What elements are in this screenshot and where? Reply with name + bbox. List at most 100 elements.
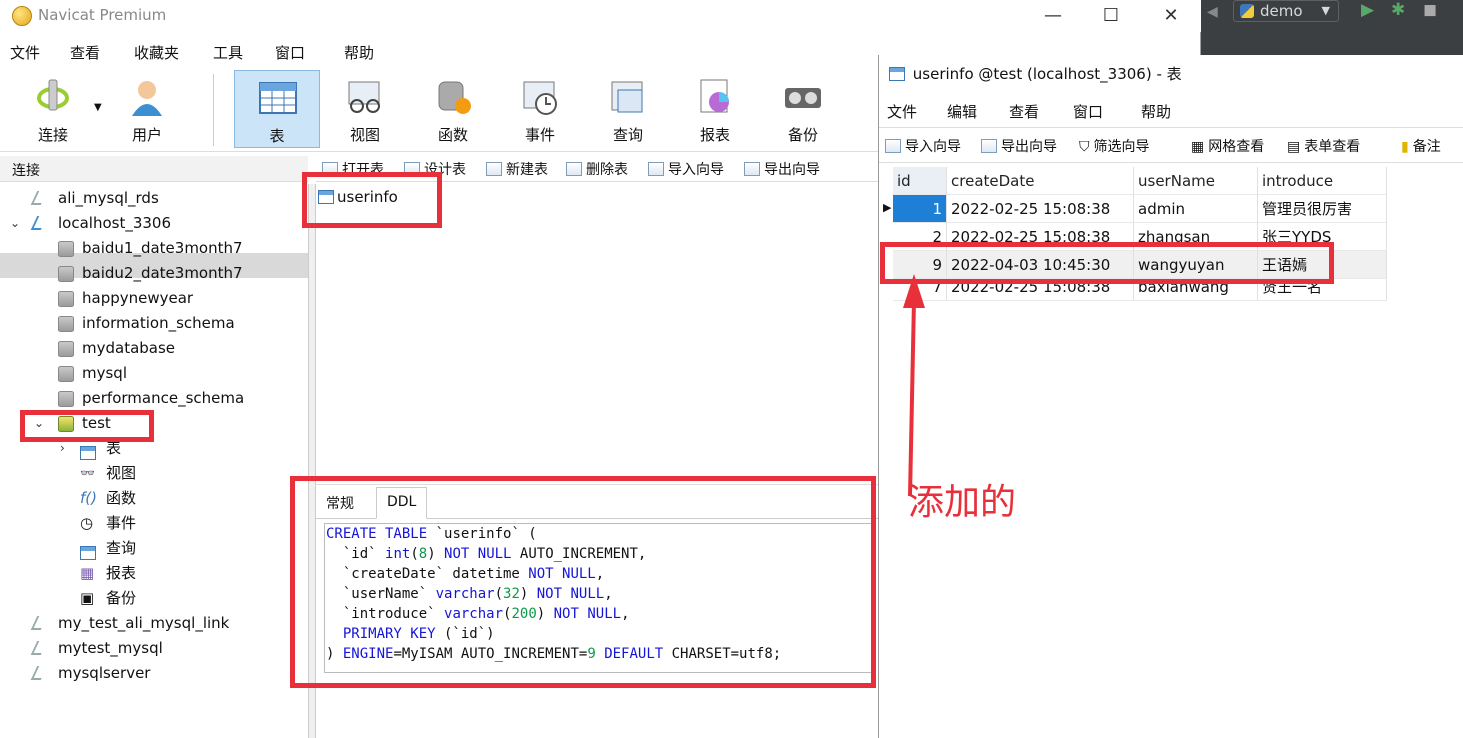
connection-tree: ali_mysql_rds ⌄ localhost_3306 baidu1_da… bbox=[10, 189, 245, 682]
connection-icon bbox=[30, 216, 48, 230]
tw-filter-wizard-button[interactable]: ⛉ 筛选向导 bbox=[1079, 136, 1150, 156]
tw-form-view-button[interactable]: ▤ 表单查看 bbox=[1287, 136, 1360, 156]
export-icon bbox=[744, 162, 760, 176]
tw-menu-edit[interactable]: 编辑 bbox=[947, 101, 977, 122]
export-icon bbox=[981, 139, 997, 153]
tw-menu-window[interactable]: 窗口 bbox=[1073, 101, 1103, 122]
connection-icon bbox=[30, 641, 48, 655]
menu-favorites[interactable]: 收藏夹 bbox=[134, 42, 179, 63]
database-icon bbox=[58, 341, 74, 357]
tw-menu-help[interactable]: 帮助 bbox=[1141, 101, 1171, 122]
column-header-id[interactable]: id bbox=[893, 167, 947, 195]
run-config-select[interactable]: demo ▼ bbox=[1233, 0, 1339, 22]
toolbar-user-button[interactable]: 用户 bbox=[104, 70, 190, 148]
tw-menu-view[interactable]: 查看 bbox=[1009, 101, 1039, 122]
database-icon bbox=[58, 266, 74, 282]
maximize-button[interactable]: ☐ bbox=[1098, 4, 1124, 28]
database-icon bbox=[58, 391, 74, 407]
report-icon: ▦ bbox=[80, 564, 95, 582]
current-row-indicator-icon: ▶ bbox=[883, 201, 892, 214]
annotation-box-test-db bbox=[20, 410, 154, 442]
toolbar-backup-button[interactable]: 备份 bbox=[760, 70, 846, 148]
app-title: Navicat Premium bbox=[38, 6, 167, 24]
annotation-box-userinfo bbox=[302, 172, 442, 228]
annotation-text: 添加的 bbox=[908, 482, 1017, 523]
chevron-down-icon[interactable]: ⌄ bbox=[10, 211, 20, 236]
connection-icon bbox=[30, 191, 48, 205]
event-icon: ◷ bbox=[80, 514, 94, 532]
report-icon bbox=[700, 79, 729, 113]
query-icon bbox=[80, 546, 96, 560]
table-window-title: userinfo @test (localhost_3306) - 表 bbox=[879, 55, 1463, 91]
menu-file[interactable]: 文件 bbox=[10, 42, 40, 63]
import-icon bbox=[648, 162, 664, 176]
menu-view[interactable]: 查看 bbox=[70, 42, 100, 63]
event-icon bbox=[523, 81, 557, 115]
ide-arrow-icon: ◀ bbox=[1207, 4, 1218, 20]
menu-tools[interactable]: 工具 bbox=[213, 42, 243, 63]
toolbar-function-button[interactable]: 函数 bbox=[410, 70, 496, 148]
navicat-logo-icon bbox=[12, 6, 32, 26]
tw-export-wizard-button[interactable]: 导出向导 bbox=[981, 136, 1057, 156]
title-bar: Navicat Premium — ☐ ✕ bbox=[0, 0, 1201, 32]
toolbar-connect-button[interactable]: 连接 bbox=[10, 70, 96, 148]
new-table-icon bbox=[486, 162, 502, 176]
database-icon bbox=[58, 316, 74, 332]
toolbar-event-button[interactable]: 事件 bbox=[497, 70, 583, 148]
function-icon: f() bbox=[80, 489, 97, 507]
close-button[interactable]: ✕ bbox=[1158, 4, 1184, 28]
view-icon: 👓 bbox=[80, 466, 95, 480]
note-icon: ▮ bbox=[1401, 139, 1409, 155]
toolbar-report-button[interactable]: 报表 bbox=[672, 70, 758, 148]
connect-dropdown-icon[interactable]: ▼ bbox=[94, 102, 102, 113]
tw-grid-view-button[interactable]: ▦ 网格查看 bbox=[1191, 136, 1264, 156]
database-icon bbox=[58, 366, 74, 382]
tw-menu-file[interactable]: 文件 bbox=[887, 101, 917, 122]
menu-window[interactable]: 窗口 bbox=[275, 42, 305, 63]
delete-table-button[interactable]: 删除表 bbox=[566, 159, 628, 179]
menu-help[interactable]: 帮助 bbox=[344, 42, 374, 63]
connect-icon bbox=[37, 79, 69, 111]
backup-icon bbox=[785, 88, 821, 108]
connections-header: 连接 bbox=[0, 156, 308, 182]
export-wizard-button[interactable]: 导出向导 bbox=[744, 159, 820, 179]
view-icon bbox=[348, 81, 380, 113]
toolbar-query-button[interactable]: 查询 bbox=[585, 70, 671, 148]
grid-icon: ▦ bbox=[1191, 139, 1205, 155]
table-icon bbox=[259, 82, 297, 114]
tw-note-button[interactable]: ▮ 备注 bbox=[1401, 136, 1441, 156]
profile-icon[interactable]: ◼ bbox=[1423, 0, 1437, 20]
python-icon bbox=[1240, 4, 1254, 18]
annotation-box-new-row bbox=[880, 242, 1334, 284]
table-data-window: userinfo @test (localhost_3306) - 表 文件 编… bbox=[878, 55, 1463, 738]
annotation-box-ddl bbox=[290, 476, 876, 688]
table-icon bbox=[889, 67, 905, 81]
column-header-createdate[interactable]: createDate bbox=[947, 167, 1134, 195]
debug-icon[interactable]: ✱ bbox=[1391, 0, 1405, 20]
new-table-button[interactable]: 新建表 bbox=[486, 159, 548, 179]
delete-table-icon bbox=[566, 162, 582, 176]
form-icon: ▤ bbox=[1287, 139, 1301, 155]
import-wizard-button[interactable]: 导入向导 bbox=[648, 159, 724, 179]
connection-icon bbox=[30, 666, 48, 680]
column-header-introduce[interactable]: introduce bbox=[1258, 167, 1387, 195]
filter-icon: ⛉ bbox=[1079, 139, 1090, 155]
table-window-toolbar: 导入向导 导出向导 ⛉ 筛选向导 ▦ 网格查看 ▤ 表单查看 ▮ 备注 bbox=[879, 127, 1463, 163]
tw-import-wizard-button[interactable]: 导入向导 bbox=[885, 136, 961, 156]
database-icon bbox=[58, 291, 74, 307]
column-header-username[interactable]: userName bbox=[1134, 167, 1258, 195]
import-icon bbox=[885, 139, 901, 153]
toolbar-separator bbox=[213, 74, 214, 146]
annotation-arrow bbox=[903, 274, 925, 497]
table-window-menu-bar: 文件 编辑 查看 窗口 帮助 bbox=[879, 95, 1463, 125]
table-icon bbox=[80, 446, 96, 460]
backup-icon: ▣ bbox=[80, 589, 95, 607]
function-icon bbox=[438, 81, 471, 114]
minimize-button[interactable]: — bbox=[1040, 4, 1066, 28]
connection-icon bbox=[30, 616, 48, 630]
toolbar-view-button[interactable]: 视图 bbox=[322, 70, 408, 148]
run-icon[interactable]: ▶ bbox=[1361, 0, 1374, 20]
toolbar-table-button[interactable]: 表 bbox=[234, 70, 320, 148]
database-icon bbox=[58, 241, 74, 257]
query-icon bbox=[611, 81, 643, 113]
